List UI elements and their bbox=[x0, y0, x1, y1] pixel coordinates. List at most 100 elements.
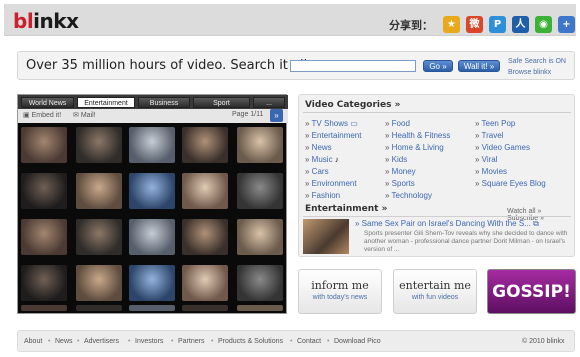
video-thumbnail[interactable] bbox=[237, 127, 283, 163]
tab-more[interactable]: ... bbox=[253, 97, 285, 108]
next-page-button[interactable]: » bbox=[270, 109, 283, 122]
video-thumbnail[interactable] bbox=[182, 265, 228, 301]
video-thumbnail[interactable] bbox=[21, 173, 67, 209]
mail-button[interactable]: ✉ Mail! bbox=[73, 111, 96, 119]
video-thumbnail[interactable] bbox=[76, 219, 122, 255]
entertainment-description: Sports presenter Gili Shem-Tov reveals w… bbox=[364, 230, 568, 253]
plus-icon[interactable]: + bbox=[558, 16, 575, 33]
tv-icon: ▭ bbox=[350, 119, 358, 128]
entertainment-thumbnail[interactable] bbox=[303, 219, 349, 254]
category-label: Music bbox=[311, 155, 333, 164]
mail-label: Mail! bbox=[80, 112, 96, 119]
category-label: TV Shows bbox=[311, 119, 348, 128]
category-tv-shows[interactable]: TV Shows ▭ bbox=[305, 119, 358, 128]
category-entertainment[interactable]: Entertainment bbox=[305, 131, 362, 140]
video-thumbnail[interactable] bbox=[237, 219, 283, 255]
category-video-games[interactable]: Video Games bbox=[475, 143, 530, 152]
qzone-icon[interactable]: ★ bbox=[443, 16, 460, 33]
footer-link-about[interactable]: About bbox=[24, 338, 42, 345]
category-sports[interactable]: Sports bbox=[385, 179, 415, 188]
category-kids[interactable]: Kids bbox=[385, 155, 408, 164]
video-thumbnail[interactable] bbox=[21, 305, 67, 311]
video-thumbnail[interactable] bbox=[76, 265, 122, 301]
video-thumbnail[interactable] bbox=[182, 219, 228, 255]
video-thumbnail[interactable] bbox=[129, 173, 175, 209]
category-teen-pop[interactable]: Teen Pop bbox=[475, 119, 516, 128]
mail-icon: ✉ bbox=[73, 112, 79, 119]
category-cars[interactable]: Cars bbox=[305, 167, 329, 176]
inform-me-button[interactable]: inform me with today's news bbox=[298, 269, 382, 314]
renren-icon[interactable]: 人 bbox=[512, 16, 529, 33]
category-home-living[interactable]: Home & Living bbox=[385, 143, 444, 152]
embed-button[interactable]: ▣ Embed it! bbox=[23, 111, 61, 119]
video-thumbnail[interactable] bbox=[182, 305, 228, 311]
category-fashion[interactable]: Fashion bbox=[305, 191, 340, 200]
category-movies[interactable]: Movies bbox=[475, 167, 507, 176]
footer-link-contact[interactable]: Contact bbox=[297, 338, 321, 345]
video-thumbnail[interactable] bbox=[129, 127, 175, 163]
category-news[interactable]: News bbox=[305, 143, 332, 152]
footer-link-download-pico[interactable]: Download Pico bbox=[334, 338, 381, 345]
category-health-fitness[interactable]: Health & Fitness bbox=[385, 131, 451, 140]
gossip-banner[interactable]: GOSSIP! bbox=[487, 269, 576, 314]
blinkx-logo[interactable]: blinkx bbox=[13, 9, 79, 33]
top-bar: blinkx 分享到： ★ 微 P 人 ◉ + bbox=[4, 4, 576, 36]
category-square-eyes-blog[interactable]: Square Eyes Blog bbox=[475, 179, 546, 188]
categories-title[interactable]: Video Categories » bbox=[305, 100, 400, 110]
wechat-icon[interactable]: ◉ bbox=[535, 16, 552, 33]
category-travel[interactable]: Travel bbox=[475, 131, 504, 140]
go-button[interactable]: Go » bbox=[423, 60, 453, 72]
tab-world-news[interactable]: World News bbox=[21, 97, 74, 108]
video-thumbnail[interactable] bbox=[21, 219, 67, 255]
video-thumbnail[interactable] bbox=[182, 127, 228, 163]
weibo-icon[interactable]: 微 bbox=[466, 16, 483, 33]
video-tabs: World News Entertainment Business Sport … bbox=[18, 95, 288, 109]
category-environment[interactable]: Environment bbox=[305, 179, 357, 188]
footer-separator: • bbox=[290, 338, 293, 345]
search-input[interactable] bbox=[290, 60, 416, 72]
divider bbox=[303, 112, 571, 113]
embed-icon: ▣ bbox=[23, 112, 30, 119]
video-thumbnail[interactable] bbox=[76, 127, 122, 163]
video-thumbnail[interactable] bbox=[237, 173, 283, 209]
pengyou-icon[interactable]: P bbox=[489, 16, 506, 33]
promo-subtitle: with fun videos bbox=[411, 294, 459, 301]
footer-link-products-solutions[interactable]: Products & Solutions bbox=[218, 338, 283, 345]
category-viral[interactable]: Viral bbox=[475, 155, 498, 164]
footer-link-investors[interactable]: Investors bbox=[135, 338, 163, 345]
category-food[interactable]: Food bbox=[385, 119, 410, 128]
divider bbox=[303, 216, 571, 217]
footer-link-news[interactable]: News bbox=[55, 338, 73, 345]
search-bar: Over 35 million hours of video. Search i… bbox=[17, 51, 575, 80]
video-thumbnail[interactable] bbox=[237, 305, 283, 311]
footer-link-partners[interactable]: Partners bbox=[178, 338, 204, 345]
browse-link[interactable]: Browse blinkx bbox=[508, 67, 566, 78]
footer-separator: • bbox=[171, 338, 174, 345]
logo-red-part: bl bbox=[13, 9, 34, 33]
tab-business[interactable]: Business bbox=[138, 97, 190, 108]
tab-sport[interactable]: Sport bbox=[193, 97, 250, 108]
video-thumbnail[interactable] bbox=[76, 305, 122, 311]
category-technology[interactable]: Technology bbox=[385, 191, 432, 200]
entertain-me-button[interactable]: entertain me with fun videos bbox=[393, 269, 477, 314]
entertainment-headline[interactable]: » Same Sex Pair on Israel's Dancing With… bbox=[355, 219, 539, 229]
video-thumbnail[interactable] bbox=[129, 305, 175, 311]
footer-separator: • bbox=[48, 338, 51, 345]
video-thumbnail[interactable] bbox=[76, 173, 122, 209]
category-music[interactable]: Music ♪ bbox=[305, 155, 339, 164]
video-thumbnail[interactable] bbox=[237, 265, 283, 301]
video-thumbnail[interactable] bbox=[182, 173, 228, 209]
safe-search-links: Safe Search is ON Browse blinkx bbox=[508, 56, 566, 78]
tab-entertainment[interactable]: Entertainment bbox=[77, 97, 135, 108]
footer-link-advertisers[interactable]: Advertisers bbox=[84, 338, 119, 345]
video-thumbnail[interactable] bbox=[21, 127, 67, 163]
footer-separator: • bbox=[77, 338, 80, 345]
entertainment-title[interactable]: Entertainment » bbox=[305, 204, 387, 214]
category-money[interactable]: Money bbox=[385, 167, 416, 176]
video-thumbnail[interactable] bbox=[129, 219, 175, 255]
wall-it-button[interactable]: Wall it! » bbox=[458, 60, 500, 72]
video-thumbnail[interactable] bbox=[129, 265, 175, 301]
safe-search-link[interactable]: Safe Search is ON bbox=[508, 56, 566, 67]
video-thumbnail[interactable] bbox=[21, 265, 67, 301]
embed-label: Embed it! bbox=[31, 112, 62, 119]
